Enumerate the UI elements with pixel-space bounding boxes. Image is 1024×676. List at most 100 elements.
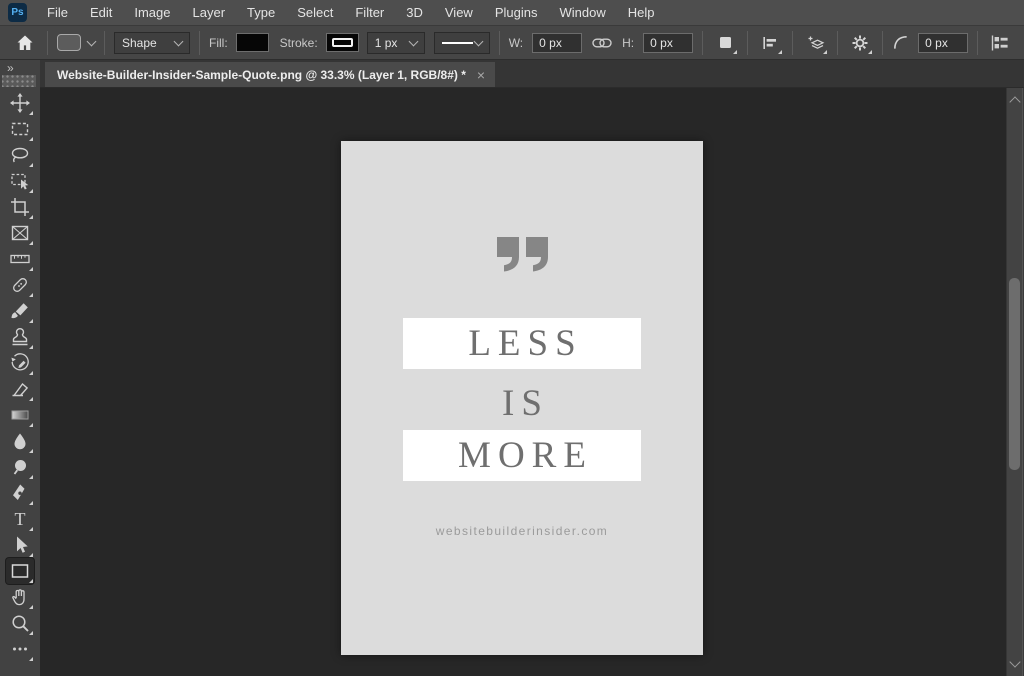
corner-radius-input[interactable] — [918, 33, 968, 53]
path-arrangement-button[interactable] — [802, 31, 828, 55]
tool-mode-select[interactable]: Shape — [114, 32, 190, 54]
scroll-down-icon[interactable] — [1009, 656, 1020, 667]
move-tool[interactable] — [6, 90, 34, 116]
link-dimensions-button[interactable] — [591, 31, 613, 55]
shape-settings-button[interactable] — [847, 31, 873, 55]
spot-healing-brush-tool[interactable] — [6, 272, 34, 298]
scrollbar-thumb[interactable] — [1009, 278, 1020, 470]
menu-item-view[interactable]: View — [434, 0, 484, 25]
pen-tool[interactable] — [6, 480, 34, 506]
clone-stamp-icon — [9, 326, 31, 348]
divider — [499, 31, 500, 55]
divider — [199, 31, 200, 55]
menu-item-image[interactable]: Image — [123, 0, 181, 25]
lasso-tool[interactable] — [6, 142, 34, 168]
close-icon[interactable]: × — [477, 68, 485, 82]
divider — [702, 31, 703, 55]
collapse-panel-icon[interactable]: » — [7, 61, 14, 75]
home-icon — [16, 34, 34, 52]
rectangular-marquee-tool[interactable] — [6, 116, 34, 142]
gradient-tool[interactable] — [6, 402, 34, 428]
menu-item-file[interactable]: File — [36, 0, 79, 25]
object-selection-tool[interactable] — [6, 168, 34, 194]
tool-preset-swatch — [57, 34, 81, 51]
stroke-ring-icon — [332, 38, 353, 47]
photoshop-logo[interactable]: Ps — [8, 3, 27, 22]
menu-item-help[interactable]: Help — [617, 0, 666, 25]
menu-item-select[interactable]: Select — [286, 0, 344, 25]
path-arrangement-icon — [806, 34, 825, 52]
zoom-tool[interactable] — [6, 610, 34, 636]
menu-item-edit[interactable]: Edit — [79, 0, 123, 25]
divider — [747, 31, 748, 55]
width-input[interactable] — [532, 33, 582, 53]
clone-stamp-tool[interactable] — [6, 324, 34, 350]
chevron-down-icon — [87, 36, 97, 46]
gear-icon — [851, 34, 869, 52]
vertical-scrollbar[interactable] — [1006, 88, 1022, 676]
menu-item-plugins[interactable]: Plugins — [484, 0, 549, 25]
history-brush-icon — [9, 352, 31, 374]
align-edges-button[interactable] — [987, 31, 1013, 55]
quote-line3-bar: MORE — [403, 430, 641, 481]
stroke-type-select[interactable] — [434, 32, 490, 54]
panel-grip-handle[interactable] — [2, 75, 36, 87]
chevron-down-icon — [473, 36, 483, 46]
menu-item-3d[interactable]: 3D — [395, 0, 434, 25]
menu-item-filter[interactable]: Filter — [344, 0, 395, 25]
height-input[interactable] — [643, 33, 693, 53]
pen-icon — [9, 482, 31, 504]
menu-item-window[interactable]: Window — [548, 0, 616, 25]
stroke-swatch[interactable] — [327, 34, 358, 51]
selection-arrow-icon — [9, 534, 31, 556]
crop-icon — [9, 196, 31, 218]
history-brush-tool[interactable] — [6, 350, 34, 376]
blur-tool[interactable] — [6, 428, 34, 454]
document-footer-text: websitebuilderinsider.com — [341, 524, 703, 538]
frame-tool[interactable] — [6, 220, 34, 246]
document-tab[interactable]: Website-Builder-Insider-Sample-Quote.png… — [45, 62, 495, 87]
healing-brush-icon — [9, 274, 31, 296]
tools-panel: » — [0, 60, 40, 676]
frame-icon — [9, 222, 31, 244]
quote-line1-bar: LESS — [403, 318, 641, 369]
dodge-tool[interactable] — [6, 454, 34, 480]
stroke-width-select[interactable]: 1 px — [367, 32, 425, 54]
type-tool[interactable]: T — [6, 506, 34, 532]
path-alignment-button[interactable] — [757, 31, 783, 55]
type-icon: T — [9, 508, 31, 530]
svg-text:T: T — [15, 509, 26, 529]
eraser-icon — [9, 378, 31, 400]
hand-icon — [9, 586, 31, 608]
fill-swatch[interactable] — [237, 34, 268, 51]
crop-tool[interactable] — [6, 194, 34, 220]
tool-preset-picker[interactable] — [57, 34, 95, 51]
path-selection-tool[interactable] — [6, 532, 34, 558]
path-operations-button[interactable] — [712, 31, 738, 55]
brush-icon — [9, 300, 31, 322]
hand-tool[interactable] — [6, 584, 34, 610]
eraser-tool[interactable] — [6, 376, 34, 402]
link-icon — [592, 36, 612, 50]
rectangle-tool[interactable] — [6, 558, 34, 584]
ruler-tool[interactable] — [6, 246, 34, 272]
brush-tool[interactable] — [6, 298, 34, 324]
menu-item-type[interactable]: Type — [236, 0, 286, 25]
canvas-area[interactable]: LESS IS MORE websitebuilderinsider.com — [40, 88, 1006, 676]
home-button[interactable] — [12, 31, 38, 55]
tools-list: T — [0, 90, 40, 662]
menu-item-layer[interactable]: Layer — [182, 0, 237, 25]
path-alignment-icon — [761, 34, 779, 52]
dodge-icon — [9, 456, 31, 478]
marquee-icon — [9, 118, 31, 140]
scroll-up-icon[interactable] — [1009, 96, 1020, 107]
stroke-type-line — [442, 42, 473, 44]
height-label: H: — [622, 36, 634, 50]
gradient-icon — [9, 404, 31, 426]
document-canvas[interactable]: LESS IS MORE websitebuilderinsider.com — [341, 141, 703, 655]
divider — [882, 31, 883, 55]
edit-toolbar-button[interactable] — [6, 636, 34, 662]
corner-radius-arc-icon — [892, 34, 909, 51]
quote-line3: MORE — [451, 434, 593, 477]
stroke-label: Stroke: — [280, 36, 318, 50]
